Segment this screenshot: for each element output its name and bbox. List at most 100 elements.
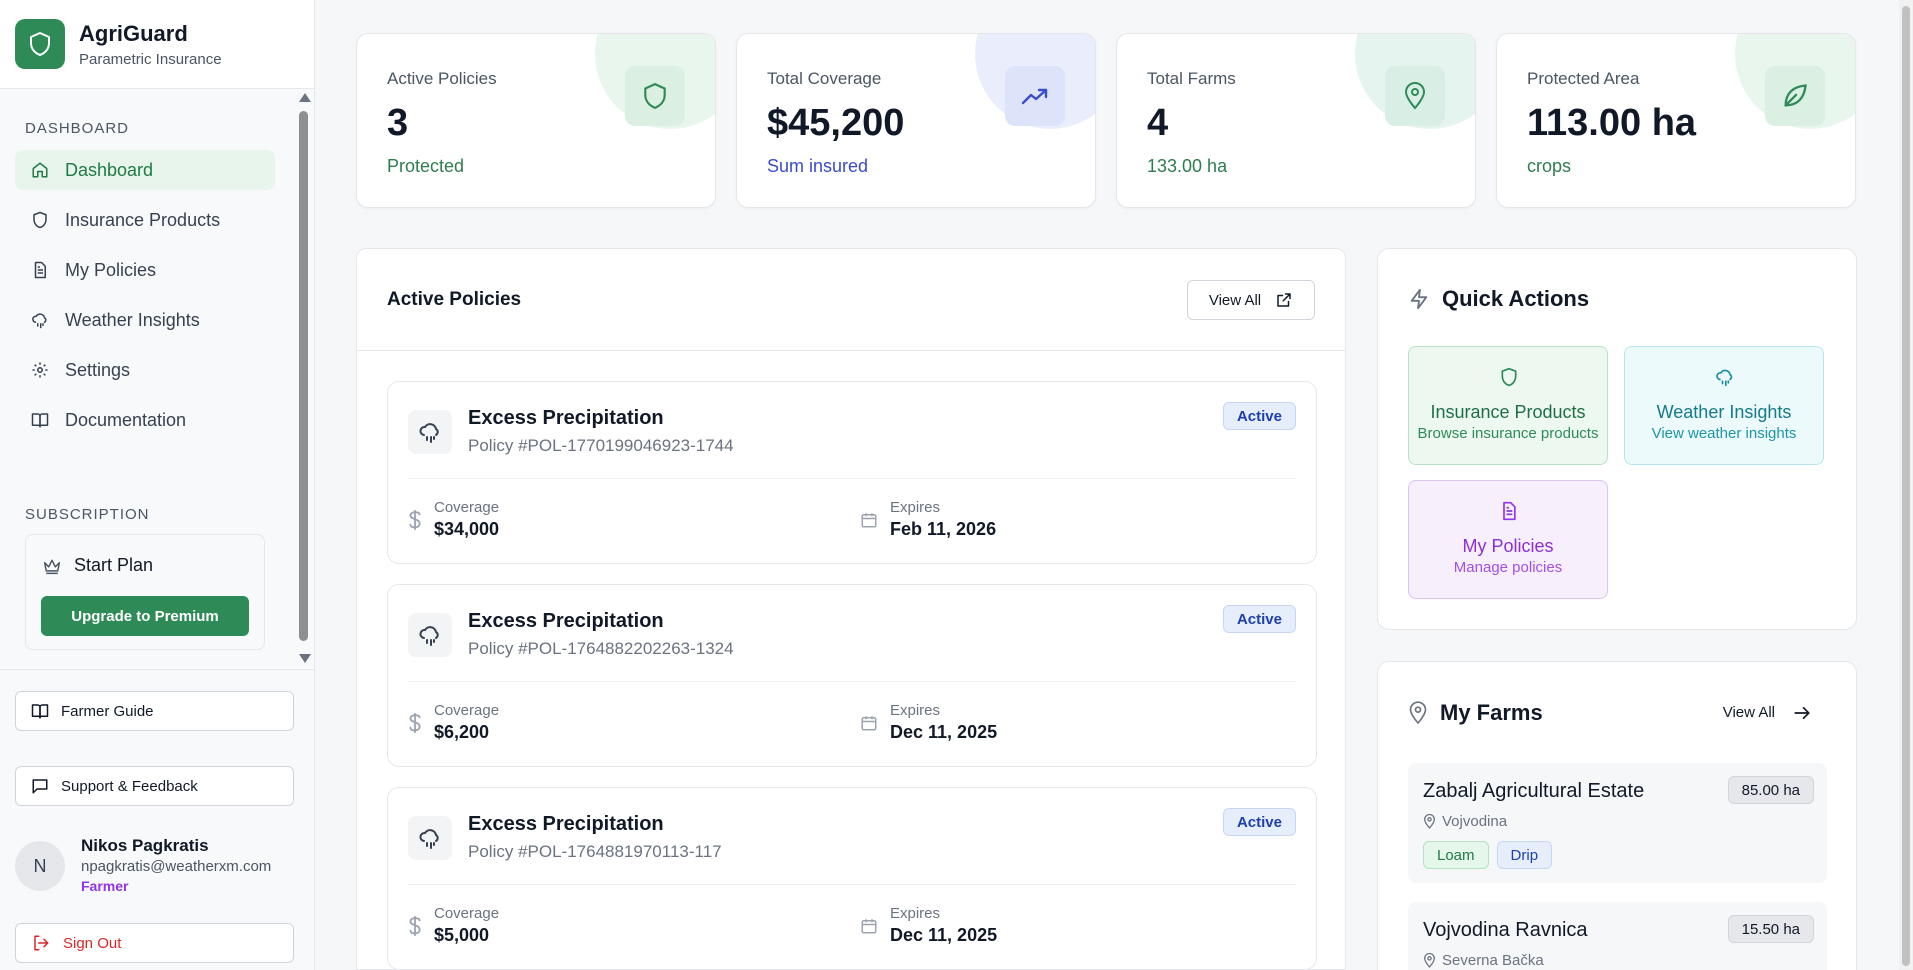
quick-action-my-policies[interactable]: My Policies Manage policies xyxy=(1408,480,1608,599)
policy-coverage: Coverage $5,000 xyxy=(408,905,499,946)
policy-coverage: Coverage $34,000 xyxy=(408,499,499,540)
farm-card[interactable]: Zabalj Agricultural Estate Vojvodina 85.… xyxy=(1408,763,1827,883)
sidebar-item-label: Documentation xyxy=(65,409,187,430)
policy-coverage: Coverage $6,200 xyxy=(408,702,499,743)
quick-actions-panel: Quick Actions Insurance Products Browse … xyxy=(1377,248,1857,630)
brand-header[interactable]: AgriGuard Parametric Insurance xyxy=(0,0,314,89)
leaf-icon xyxy=(1765,66,1825,126)
sidebar-item-dashboard[interactable]: Dashboard xyxy=(15,150,275,190)
sidebar-item-label: My Policies xyxy=(65,259,157,280)
plan-name: Start Plan xyxy=(74,555,154,575)
support-feedback-button[interactable]: Support & Feedback xyxy=(15,766,294,806)
sidebar-item-label: Insurance Products xyxy=(65,209,221,230)
policy-card[interactable]: Excess Precipitation Policy #POL-1764882… xyxy=(387,584,1317,767)
page-scrollbar[interactable] xyxy=(1899,0,1913,970)
subscription-card: Start Plan Upgrade to Premium xyxy=(25,534,265,650)
farms-view-all-link[interactable]: View All xyxy=(1723,704,1811,721)
support-feedback-label: Support & Feedback xyxy=(61,777,198,795)
policy-name: Excess Precipitation xyxy=(468,610,664,632)
policy-expires: Expires Feb 11, 2026 xyxy=(860,499,996,540)
quick-action-title: Insurance Products xyxy=(1430,402,1586,422)
quick-action-subtitle: Browse insurance products xyxy=(1417,425,1599,442)
my-farms-title-text: My Farms xyxy=(1440,700,1543,725)
user-profile[interactable]: N Nikos Pagkratis npagkratis@weatherxm.c… xyxy=(15,836,271,894)
message-square-icon xyxy=(32,779,48,794)
sidebar-item-weather-insights[interactable]: Weather Insights xyxy=(15,300,275,340)
sidebar: AgriGuard Parametric Insurance DASHBOARD… xyxy=(0,0,315,970)
farm-name: Vojvodina Ravnica xyxy=(1423,919,1588,941)
coverage-label: Coverage xyxy=(434,905,500,922)
sidebar-item-my-policies[interactable]: My Policies xyxy=(15,250,275,290)
map-pin-icon xyxy=(1424,953,1435,968)
sidebar-item-settings[interactable]: Settings xyxy=(15,350,275,390)
expires-label: Expires xyxy=(890,702,941,719)
divider xyxy=(408,478,1296,479)
quick-action-weather-insights[interactable]: Weather Insights View weather insights xyxy=(1624,346,1824,465)
policy-id: Policy #POL-1770199046923-1744 xyxy=(468,436,734,455)
expires-value: Dec 11, 2025 xyxy=(890,925,998,945)
quick-action-insurance-products[interactable]: Insurance Products Browse insurance prod… xyxy=(1408,346,1608,465)
scroll-down-arrow-icon[interactable] xyxy=(299,654,311,663)
my-farms-panel: My Farms View All Zabalj Agricultural Es… xyxy=(1377,661,1857,970)
policy-card[interactable]: Excess Precipitation Policy #POL-1764881… xyxy=(387,787,1317,969)
policy-name: Excess Precipitation xyxy=(468,813,664,835)
arrow-right-icon xyxy=(1794,706,1810,719)
stat-subtext: Sum insured xyxy=(767,156,869,176)
plan-title: Start Plan xyxy=(42,555,153,576)
status-badge: Active xyxy=(1222,808,1296,836)
divider xyxy=(408,884,1296,885)
panel-title: Active Policies xyxy=(387,289,522,310)
farmer-guide-button[interactable]: Farmer Guide xyxy=(15,691,294,731)
stat-value: 3 xyxy=(387,102,409,144)
user-name: Nikos Pagkratis xyxy=(81,836,209,855)
stat-card-total-coverage: Total Coverage $45,200 Sum insured xyxy=(736,33,1096,208)
policy-card[interactable]: Excess Precipitation Policy #POL-1770199… xyxy=(387,381,1317,564)
lightning-icon xyxy=(1410,288,1428,310)
view-all-label: View All xyxy=(1722,704,1775,721)
stat-card-total-farms: Total Farms 4 133.00 ha xyxy=(1116,33,1476,208)
cloud-rain-icon xyxy=(408,816,452,860)
book-icon xyxy=(31,704,49,719)
policies-view-all-button[interactable]: View All xyxy=(1187,280,1315,320)
scroll-thumb[interactable] xyxy=(299,111,308,641)
stat-label: Active Policies xyxy=(387,69,497,88)
avatar: N xyxy=(15,841,65,891)
expires-label: Expires xyxy=(890,499,941,516)
sign-out-button[interactable]: Sign Out xyxy=(15,923,294,963)
shield-icon xyxy=(15,19,65,69)
shield-icon xyxy=(1501,367,1517,387)
farm-location: Vojvodina xyxy=(1423,813,1507,830)
dollar-icon xyxy=(409,915,421,936)
sidebar-item-documentation[interactable]: Documentation xyxy=(15,400,275,440)
status-badge: Active xyxy=(1222,605,1296,633)
map-pin-icon xyxy=(1409,701,1427,725)
status-badge: Active xyxy=(1222,402,1296,430)
farm-location: Severna Bačka xyxy=(1423,952,1544,969)
scroll-up-arrow-icon[interactable] xyxy=(299,93,311,102)
stat-label: Total Farms xyxy=(1147,69,1236,88)
farm-card[interactable]: Vojvodina Ravnica Severna Bačka 15.50 ha xyxy=(1408,902,1827,970)
stat-value: 113.00 ha xyxy=(1527,102,1697,144)
stat-label: Protected Area xyxy=(1527,69,1640,88)
sidebar-item-insurance-products[interactable]: Insurance Products xyxy=(15,200,275,240)
farm-tags: Loam Drip xyxy=(1423,841,1560,869)
quick-action-subtitle: View weather insights xyxy=(1651,425,1797,442)
calendar-icon xyxy=(861,715,877,730)
book-icon xyxy=(31,413,49,428)
sidebar-scrollbar[interactable] xyxy=(297,89,311,664)
policy-expires: Expires Dec 11, 2025 xyxy=(860,905,997,946)
quick-action-title: Weather Insights xyxy=(1656,402,1792,422)
brand-subtitle: Parametric Insurance xyxy=(79,50,222,68)
coverage-value: $5,000 xyxy=(434,925,490,945)
page-scroll-thumb[interactable] xyxy=(1902,6,1910,966)
my-farms-title: My Farms xyxy=(1408,700,1543,726)
cloud-rain-icon xyxy=(408,410,452,454)
user-email: npagkratis@weatherxm.com xyxy=(81,858,272,875)
coverage-label: Coverage xyxy=(434,499,500,516)
sidebar-item-label: Dashboard xyxy=(65,159,154,180)
expires-label: Expires xyxy=(890,905,941,922)
active-policies-panel: Active Policies View All Excess Precipit… xyxy=(356,248,1346,970)
sign-out-label: Sign Out xyxy=(63,934,122,952)
coverage-label: Coverage xyxy=(434,702,500,719)
upgrade-button[interactable]: Upgrade to Premium xyxy=(41,596,249,636)
